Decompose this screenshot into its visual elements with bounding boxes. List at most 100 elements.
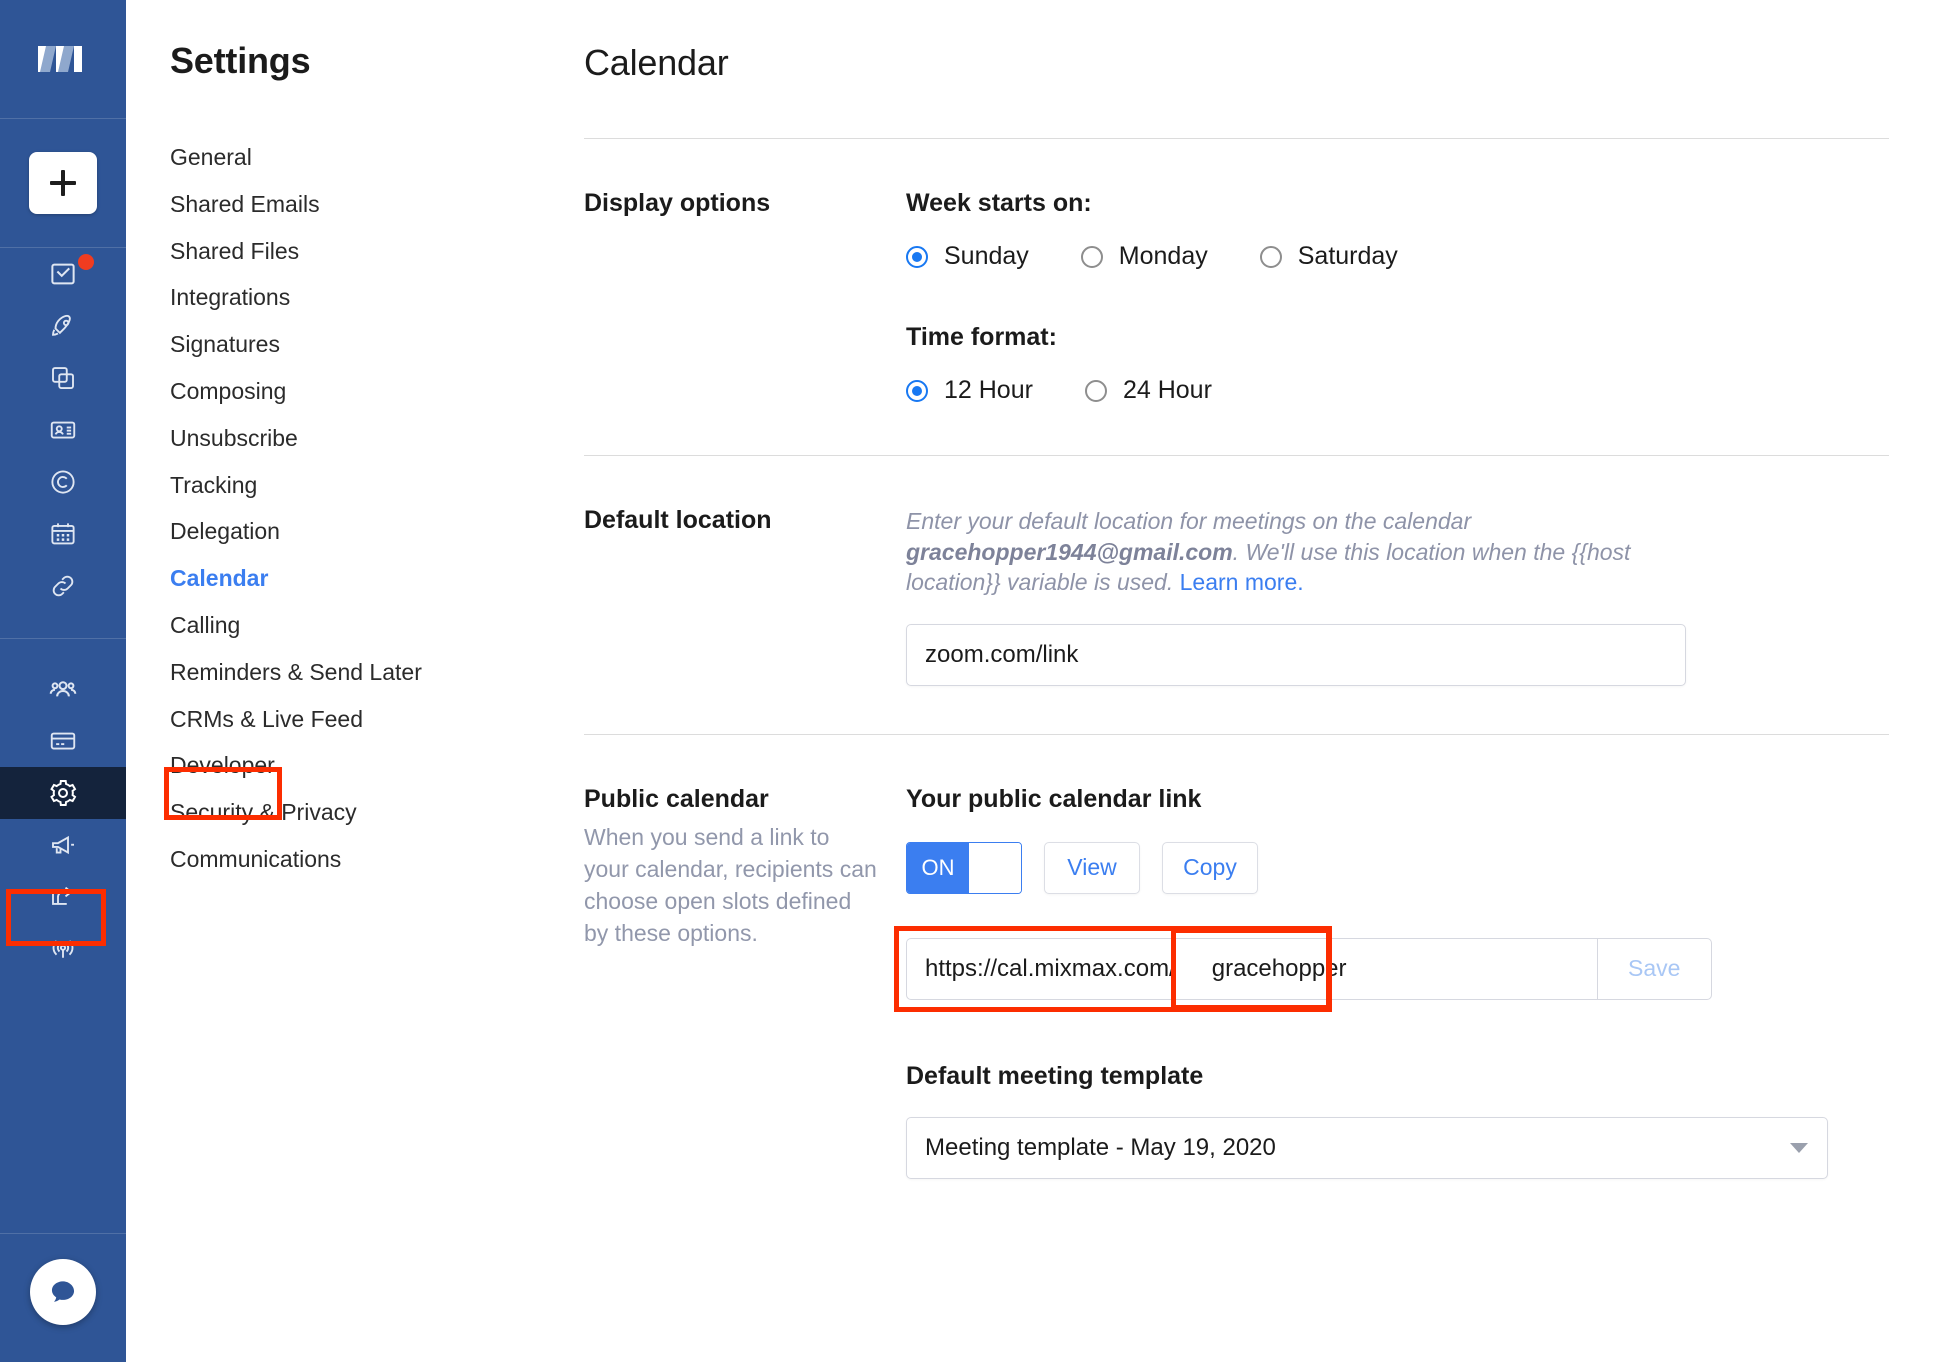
radio-monday[interactable] [1080,245,1103,268]
sidebar-item-security[interactable]: Security & Privacy [170,789,522,836]
contact-card-icon [50,421,76,439]
rail-item-inbox[interactable] [0,248,126,300]
rail-item-billing[interactable] [0,715,126,767]
url-prefix-label: https://cal.mixmax.com/ [906,937,1194,1000]
mixmax-logo[interactable] [0,0,126,118]
chevron-down-icon [1790,1142,1808,1153]
rail-item-links[interactable] [0,560,126,612]
public-calendar-section: Public calendar When you send a link to … [584,735,1889,1179]
rail-item-broadcast[interactable] [0,923,126,975]
app-root: Settings General Shared Emails Shared Fi… [0,0,1945,1362]
radio-sunday[interactable] [906,245,928,268]
public-calendar-url-row: https://cal.mixmax.com/ gracehopper Save [894,925,1889,1012]
sidebar-item-calendar[interactable]: Calendar [170,555,522,602]
sidebar-item-communications[interactable]: Communications [170,836,522,883]
radio-option-sunday[interactable]: Sunday [906,242,1029,271]
templates-icon [52,367,74,389]
url-slug-input[interactable]: gracehopper [1193,937,1598,1000]
time-format-radio-group: 12 Hour 24 Hour [906,376,1889,405]
week-starts-radio-group: Sunday Monday Saturday [906,242,1889,271]
settings-nav-list: General Shared Emails Shared Files Integ… [170,134,522,883]
sidebar-item-integrations[interactable]: Integrations [170,274,522,321]
rail-item-templates[interactable] [0,352,126,404]
default-meeting-template-select[interactable]: Meeting template - May 19, 2020 [906,1116,1828,1179]
time-format-label: Time format: [906,323,1057,351]
sidebar-item-signatures[interactable]: Signatures [170,321,522,368]
main-content: Calendar Display options Week starts on:… [522,0,1945,1362]
primary-nav-rail [0,0,126,1362]
radio-option-24-hour[interactable]: 24 Hour [1084,376,1212,405]
rail-item-settings[interactable] [0,767,126,819]
sidebar-item-general[interactable]: General [170,134,522,181]
sidebar-item-shared-files[interactable]: Shared Files [170,228,522,275]
sidebar-item-tracking[interactable]: Tracking [170,462,522,509]
settings-sidebar: Settings General Shared Emails Shared Fi… [126,0,522,1362]
radio-label-12-hour: 12 Hour [944,376,1033,404]
page-title: Calendar [584,42,729,83]
display-options-body: Week starts on: Sunday Monday Saturday T… [906,189,1889,405]
default-meeting-template-select-wrap: Meeting template - May 19, 2020 [906,1116,1828,1179]
default-meeting-template-label: Default meeting template [906,1061,1204,1090]
radio-option-monday[interactable]: Monday [1080,242,1208,271]
megaphone-icon [52,835,74,855]
public-calendar-controls: ON View Copy [906,841,1889,894]
radio-label-24-hour: 24 Hour [1122,376,1212,404]
sidebar-item-delegation[interactable]: Delegation [170,508,522,555]
default-location-body: Enter your default location for meetings… [906,506,1889,686]
sidebar-item-composing[interactable]: Composing [170,368,522,415]
display-options-section: Display options Week starts on: Sunday M… [584,139,1889,405]
calendar-icon [51,523,75,545]
radio-option-saturday[interactable]: Saturday [1259,242,1398,271]
inbox-check-icon [51,263,75,285]
sidebar-item-crms[interactable]: CRMs & Live Feed [170,696,522,743]
compose-button[interactable] [29,152,97,214]
default-meeting-template-block: Default meeting template Meeting templat… [906,1062,1889,1179]
chat-bubble-icon [51,1281,75,1302]
rail-item-announcements[interactable] [0,819,126,871]
default-location-input[interactable]: zoom.com/link [906,623,1686,686]
radio-12-hour[interactable] [906,379,928,402]
credit-card-icon [50,732,76,750]
help-text-part1: Enter your default location for meetings… [906,508,1472,534]
people-icon [49,681,77,697]
radio-option-12-hour[interactable]: 12 Hour [906,376,1033,405]
chat-support-button[interactable] [30,1259,96,1325]
default-location-help: Enter your default location for meetings… [906,506,1636,598]
save-button[interactable]: Save [1597,937,1712,1000]
toggle-state-label: ON [907,842,969,893]
public-calendar-description: When you send a link to your calendar, r… [584,823,877,946]
rail-item-sequences[interactable] [0,300,126,352]
rail-item-contacts[interactable] [0,404,126,456]
rail-item-team[interactable] [0,663,126,715]
copyright-circle-icon [51,470,75,494]
settings-title: Settings [170,40,311,81]
rail-item-copyright[interactable] [0,456,126,508]
sidebar-item-shared-emails[interactable]: Shared Emails [170,181,522,228]
sidebar-item-reminders[interactable]: Reminders & Send Later [170,649,522,696]
view-button[interactable]: View [1044,841,1140,894]
public-calendar-label: Public calendar [584,784,769,813]
public-calendar-link-label: Your public calendar link [906,784,1202,813]
radio-label-saturday: Saturday [1297,242,1398,270]
default-location-label: Default location [584,506,772,534]
radio-label-monday: Monday [1118,242,1208,270]
learn-more-link[interactable]: Learn more. [1180,569,1304,595]
public-calendar-toggle[interactable]: ON [906,841,1022,894]
gear-icon [50,780,77,806]
sidebar-item-calling[interactable]: Calling [170,602,522,649]
copy-button[interactable]: Copy [1162,841,1258,894]
week-starts-label: Week starts on: [906,189,1092,217]
toggle-knob [969,842,1021,893]
default-location-section: Default location Enter your default loca… [584,456,1889,686]
help-text-email: gracehopper1944@gmail.com [906,538,1233,565]
rail-group-primary [0,248,126,612]
public-calendar-label-col: Public calendar When you send a link to … [584,785,906,1179]
rail-item-calendar[interactable] [0,508,126,560]
sidebar-item-unsubscribe[interactable]: Unsubscribe [170,415,522,462]
radio-24-hour[interactable] [1084,379,1107,402]
radio-saturday[interactable] [1259,245,1282,268]
sidebar-item-developer[interactable]: Developer [170,742,522,789]
rail-item-share[interactable] [0,871,126,923]
link-icon [52,575,74,597]
display-options-label: Display options [584,189,771,217]
